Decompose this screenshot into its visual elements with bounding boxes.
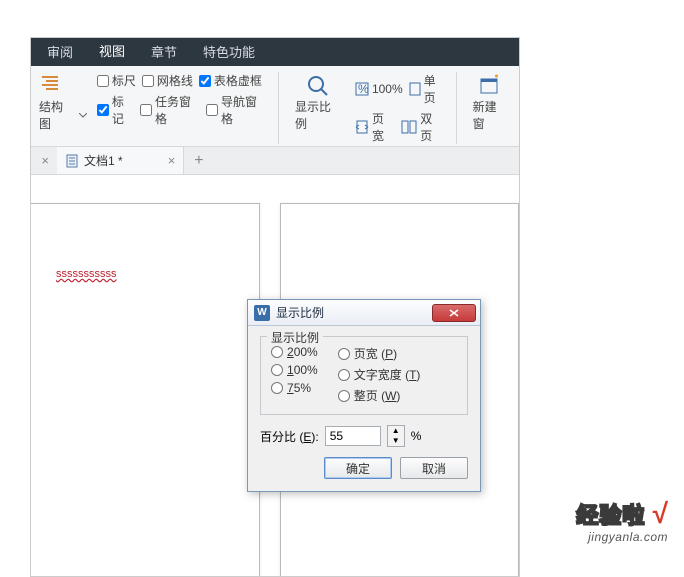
doc-icon xyxy=(65,154,79,168)
document-tabs: × 文档1 * × + xyxy=(31,147,519,175)
radio-col-left: 200% 100% 75% xyxy=(271,345,318,404)
close-icon[interactable]: × xyxy=(168,153,176,168)
page[interactable]: sssssssssss xyxy=(31,203,260,576)
spin-down-button[interactable]: ▼ xyxy=(388,436,404,446)
checkbox-ruler[interactable]: 标尺 xyxy=(97,72,136,89)
svg-text:%: % xyxy=(358,82,369,96)
zoom-100-button[interactable]: % 100% xyxy=(355,82,403,96)
new-window-label: 新建窗 xyxy=(473,98,507,132)
single-page-button[interactable]: 单页 xyxy=(409,72,444,106)
watermark-brand: 经验啦 xyxy=(576,498,645,530)
double-page-button[interactable]: 双页 xyxy=(401,110,443,144)
zoom-fieldset: 显示比例 200% 100% 75% 页宽 (P) 文字宽度 (T) 整页 (W… xyxy=(260,336,468,415)
watermark: 经验啦 √ jingyanla.com xyxy=(576,498,668,544)
tab-chapter[interactable]: 章节 xyxy=(141,37,187,68)
checkbox-navpane[interactable]: 导航窗格 xyxy=(206,93,266,127)
percent-input[interactable] xyxy=(325,426,381,446)
radio-label: 整页 xyxy=(354,389,378,403)
document-tab-label: 文档1 * xyxy=(84,152,123,169)
radio-key: W xyxy=(385,389,396,403)
checkbox-ruler-label: 标尺 xyxy=(112,72,136,89)
dialog-body: 显示比例 200% 100% 75% 页宽 (P) 文字宽度 (T) 整页 (W… xyxy=(248,326,480,491)
percent-spinner[interactable]: ▲ ▼ xyxy=(387,425,405,447)
percent-label: 百分比 (E): xyxy=(260,428,319,445)
radio-col-right: 页宽 (P) 文字宽度 (T) 整页 (W) xyxy=(338,345,421,404)
radio-key: 1 xyxy=(287,363,294,377)
structure-map-label[interactable]: 结构图 xyxy=(39,98,73,132)
document-tab[interactable]: × xyxy=(35,147,57,174)
body-text[interactable]: sssssssssss xyxy=(56,268,117,280)
check-icon: √ xyxy=(653,498,668,529)
tab-review[interactable]: 审阅 xyxy=(37,37,83,68)
dialog-close-button[interactable] xyxy=(432,304,476,322)
radio-label: 页宽 xyxy=(354,347,378,361)
checkbox-tablevirt-label: 表格虚框 xyxy=(214,72,262,89)
double-page-label: 双页 xyxy=(420,110,443,144)
watermark-domain: jingyanla.com xyxy=(576,530,668,544)
spin-up-button[interactable]: ▲ xyxy=(388,426,404,436)
checkbox-taskpane[interactable]: 任务窗格 xyxy=(140,93,200,127)
add-tab-button[interactable]: + xyxy=(184,152,213,170)
cancel-button[interactable]: 取消 xyxy=(400,457,468,479)
fieldset-legend: 显示比例 xyxy=(267,329,323,346)
checkbox-gridlines[interactable]: 网格线 xyxy=(142,72,193,89)
ok-button[interactable]: 确定 xyxy=(324,457,392,479)
close-icon[interactable]: × xyxy=(41,153,49,168)
ribbon-separator xyxy=(278,72,279,144)
tab-view[interactable]: 视图 xyxy=(89,36,135,69)
checkbox-gridlines-label: 网格线 xyxy=(157,72,193,89)
radio-wholepage[interactable]: 整页 (W) xyxy=(338,387,421,404)
single-page-icon xyxy=(409,82,421,96)
double-page-icon xyxy=(401,120,417,134)
align-icon[interactable] xyxy=(39,72,61,94)
page-width-label: 页宽 xyxy=(372,110,395,144)
percent-suffix: % xyxy=(411,429,422,443)
page-width-icon xyxy=(355,120,369,134)
radio-key: 2 xyxy=(287,345,294,359)
radio-textwidth[interactable]: 文字宽度 (T) xyxy=(338,366,421,383)
new-window-icon xyxy=(478,74,502,98)
radio-100[interactable]: 100% xyxy=(271,363,318,377)
dialog-buttons: 确定 取消 xyxy=(260,457,468,479)
radio-label: 文字宽度 xyxy=(354,368,402,382)
zoom-button[interactable]: 显示比例 xyxy=(291,72,345,144)
single-page-label: 单页 xyxy=(424,72,444,106)
zoom-label: 显示比例 xyxy=(295,98,341,132)
ribbon-col-structure: 结构图 xyxy=(39,72,87,144)
radio-200[interactable]: 200% xyxy=(271,345,318,359)
radio-key: P xyxy=(385,347,393,361)
chevron-down-icon[interactable] xyxy=(79,113,87,118)
magnifier-icon xyxy=(306,74,330,98)
zoom-dialog: W 显示比例 显示比例 200% 100% 75% 页宽 (P) 文字宽度 (T… xyxy=(247,299,481,492)
checkbox-marks[interactable]: 标记 xyxy=(97,93,134,127)
ribbon: 结构图 标尺 网格线 表格虚框 标记 任务窗格 导航窗格 显示比例 xyxy=(31,66,519,147)
page-width-button[interactable]: 页宽 xyxy=(355,110,395,144)
radio-pagewidth[interactable]: 页宽 (P) xyxy=(338,345,421,362)
dialog-title: 显示比例 xyxy=(276,304,426,321)
zoom-100-icon: % xyxy=(355,82,369,96)
tab-features[interactable]: 特色功能 xyxy=(193,37,265,68)
document-tab[interactable]: 文档1 * × xyxy=(57,147,184,174)
checkbox-taskpane-label: 任务窗格 xyxy=(155,93,200,127)
checkbox-navpane-label: 导航窗格 xyxy=(221,93,266,127)
zoom-100-label: 100% xyxy=(372,82,403,96)
radio-key: 7 xyxy=(287,381,294,395)
main-menubar: 审阅 视图 章节 特色功能 xyxy=(31,38,519,66)
app-icon: W xyxy=(254,305,270,321)
ribbon-col-show: 标尺 网格线 表格虚框 标记 任务窗格 导航窗格 xyxy=(97,72,266,144)
dialog-titlebar[interactable]: W 显示比例 xyxy=(248,300,480,326)
ribbon-separator xyxy=(456,72,457,144)
radio-75[interactable]: 75% xyxy=(271,381,318,395)
new-window-button[interactable]: 新建窗 xyxy=(469,72,511,144)
radio-key: T xyxy=(409,368,416,382)
percent-row: 百分比 (E): ▲ ▼ % xyxy=(260,425,468,447)
checkbox-marks-label: 标记 xyxy=(112,93,134,127)
ribbon-col-zoomopts: % 100% 单页 页宽 双页 xyxy=(355,72,444,144)
checkbox-table-virtual[interactable]: 表格虚框 xyxy=(199,72,262,89)
